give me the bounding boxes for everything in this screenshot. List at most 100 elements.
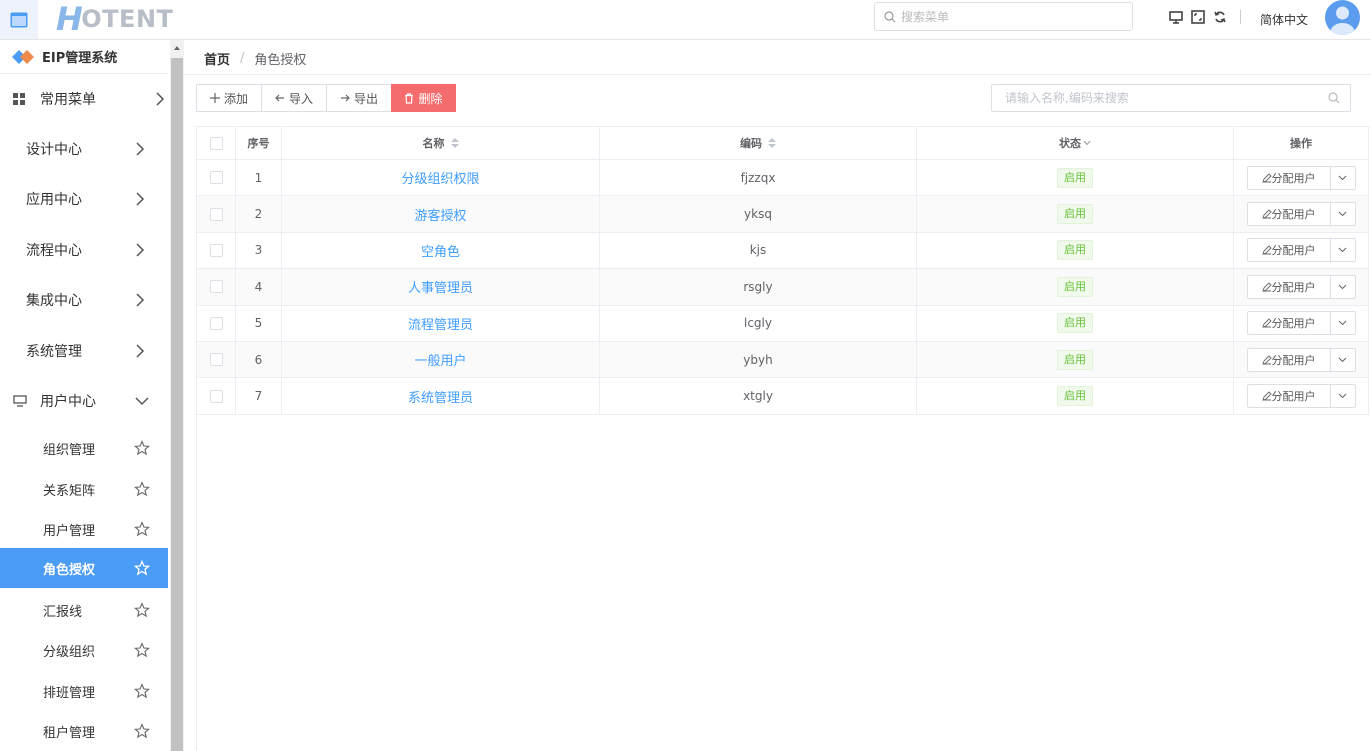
sidebar-item-design-center[interactable]: 设计中心 — [0, 129, 168, 169]
table-row: 3 空角色 kjs 启用 分配用户 — [196, 232, 1369, 270]
star-icon[interactable] — [134, 602, 150, 618]
sidebar-item-shift-management[interactable]: 排班管理 — [0, 671, 168, 711]
sidebar-item-flow-center[interactable]: 流程中心 — [0, 230, 168, 270]
star-icon[interactable] — [134, 481, 150, 497]
header-code[interactable]: 编码 — [600, 127, 917, 159]
chevron-down-icon — [1338, 284, 1347, 290]
assign-user-button[interactable]: 分配用户 — [1248, 348, 1331, 371]
table-row: 4 人事管理员 rsgly 启用 分配用户 — [196, 269, 1369, 306]
header-name[interactable]: 名称 — [282, 127, 600, 159]
export-button[interactable]: 导出 — [326, 84, 392, 112]
assign-user-split-button: 分配用户 — [1246, 311, 1356, 336]
sidebar-scrollbar[interactable] — [170, 40, 184, 751]
scroll-up-arrow-icon[interactable] — [174, 46, 180, 50]
sidebar-item-relation-matrix[interactable]: 关系矩阵 — [0, 469, 168, 509]
row-index: 4 — [236, 269, 282, 305]
sort-icon[interactable] — [450, 138, 459, 148]
monitor-icon[interactable] — [1169, 10, 1183, 24]
fullscreen-icon[interactable] — [1191, 10, 1205, 24]
chevron-down-icon — [1338, 393, 1347, 399]
assign-user-button[interactable]: 分配用户 — [1248, 166, 1331, 189]
star-icon[interactable] — [134, 683, 150, 699]
edit-icon — [1261, 173, 1272, 183]
scrollbar-thumb[interactable] — [171, 58, 183, 751]
star-icon[interactable] — [134, 723, 150, 739]
role-name-link[interactable]: 分级组织权限 — [401, 168, 479, 187]
sidebar-item-integration-center[interactable]: 集成中心 — [0, 280, 168, 320]
delete-button[interactable]: 删除 — [391, 84, 456, 112]
sidebar-item-favorites[interactable]: 常用菜单 — [0, 79, 168, 119]
table-empty-area — [196, 414, 1369, 751]
top-header: HOTENT 简体中文 — [0, 0, 1371, 40]
status-badge: 启用 — [1057, 167, 1093, 188]
role-name-link[interactable]: 一般用户 — [414, 350, 466, 369]
assign-user-button[interactable]: 分配用户 — [1248, 312, 1331, 335]
row-checkbox[interactable] — [209, 389, 223, 403]
row-checkbox[interactable] — [209, 316, 223, 330]
assign-user-dropdown[interactable] — [1331, 203, 1355, 225]
assign-user-dropdown[interactable] — [1331, 276, 1355, 298]
toolbar: 添加 导入 导出 删除 — [196, 84, 456, 112]
row-checkbox[interactable] — [209, 280, 223, 294]
trash-icon — [405, 92, 414, 104]
role-search-input[interactable] — [992, 91, 1312, 105]
header-index: 序号 — [236, 127, 282, 159]
assign-user-button[interactable]: 分配用户 — [1248, 203, 1331, 226]
status-badge: 启用 — [1057, 204, 1093, 225]
star-icon[interactable] — [134, 560, 150, 576]
assign-user-split-button: 分配用户 — [1246, 202, 1356, 227]
sidebar-item-role-authorization[interactable]: 角色授权 — [0, 548, 168, 588]
sidebar-item-user-management[interactable]: 用户管理 — [0, 509, 168, 549]
sidebar-item-org-management[interactable]: 组织管理 — [0, 428, 168, 468]
row-checkbox[interactable] — [209, 353, 223, 367]
role-search-box[interactable] — [991, 84, 1351, 112]
chevron-down-icon — [135, 397, 149, 406]
search-icon[interactable] — [1328, 92, 1340, 104]
role-code: xtgly — [600, 378, 917, 414]
assign-user-button[interactable]: 分配用户 — [1248, 385, 1331, 408]
assign-user-dropdown[interactable] — [1331, 312, 1355, 334]
breadcrumb: 首页 / 角色授权 — [204, 49, 306, 68]
assign-user-button[interactable]: 分配用户 — [1248, 275, 1331, 298]
chevron-down-icon[interactable] — [1083, 140, 1091, 146]
sidebar-item-graded-org[interactable]: 分级组织 — [0, 630, 168, 670]
star-icon[interactable] — [134, 642, 150, 658]
language-switcher[interactable]: 简体中文 — [1260, 11, 1308, 28]
sort-icon[interactable] — [768, 138, 776, 148]
menu-search-box[interactable] — [874, 2, 1133, 31]
assign-user-dropdown[interactable] — [1331, 349, 1355, 371]
assign-user-dropdown[interactable] — [1331, 167, 1355, 189]
row-checkbox[interactable] — [209, 171, 223, 185]
user-avatar[interactable] — [1325, 0, 1360, 35]
add-button[interactable]: 添加 — [196, 84, 262, 112]
menu-search-input[interactable] — [901, 9, 1111, 24]
row-checkbox[interactable] — [209, 207, 223, 221]
edit-icon — [1261, 355, 1272, 365]
assign-user-dropdown[interactable] — [1331, 239, 1355, 261]
select-all-checkbox[interactable] — [209, 136, 223, 150]
star-icon[interactable] — [134, 521, 150, 537]
refresh-icon[interactable] — [1213, 10, 1227, 24]
sidebar-item-user-center[interactable]: 用户中心 — [0, 381, 168, 421]
status-badge: 启用 — [1057, 386, 1093, 407]
role-name-link[interactable]: 游客授权 — [414, 205, 466, 224]
sidebar-item-app-center[interactable]: 应用中心 — [0, 179, 168, 219]
role-name-link[interactable]: 人事管理员 — [408, 277, 473, 296]
assign-user-dropdown[interactable] — [1331, 385, 1355, 407]
assign-user-split-button: 分配用户 — [1246, 347, 1356, 372]
role-code: ybyh — [600, 341, 917, 378]
menu-toggle-button[interactable] — [0, 0, 38, 39]
chevron-down-icon — [1338, 357, 1347, 362]
role-name-link[interactable]: 系统管理员 — [408, 387, 473, 406]
sidebar-item-tenant-management[interactable]: 租户管理 — [0, 711, 168, 751]
role-name-link[interactable]: 流程管理员 — [408, 314, 473, 333]
row-checkbox[interactable] — [209, 243, 223, 257]
role-name-link[interactable]: 空角色 — [421, 241, 460, 260]
sidebar-item-system-management[interactable]: 系统管理 — [0, 331, 168, 371]
breadcrumb-home[interactable]: 首页 — [204, 49, 230, 68]
sidebar-item-report-line[interactable]: 汇报线 — [0, 590, 168, 630]
import-button[interactable]: 导入 — [261, 84, 327, 112]
star-icon[interactable] — [134, 440, 150, 456]
assign-user-button[interactable]: 分配用户 — [1248, 239, 1331, 262]
header-status[interactable]: 状态 — [917, 127, 1234, 159]
